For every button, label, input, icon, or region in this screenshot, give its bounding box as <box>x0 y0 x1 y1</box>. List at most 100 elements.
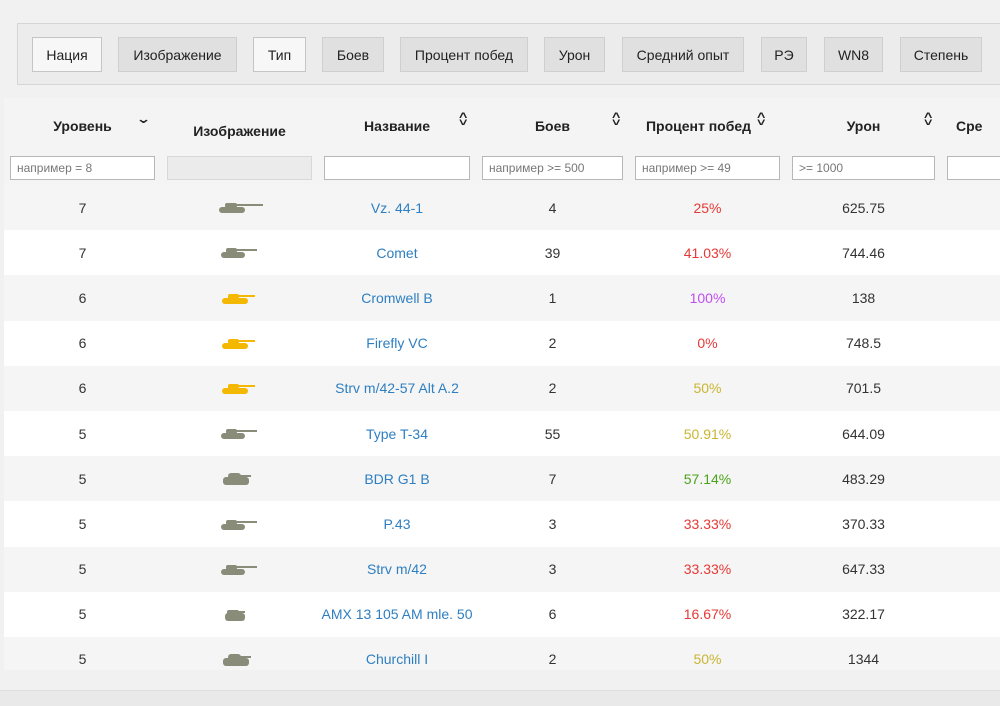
vehicle-name-link[interactable]: Strv m/42-57 Alt A.2 <box>335 380 459 396</box>
vehicle-name-link[interactable]: BDR G1 B <box>364 471 429 487</box>
battles-cell: 39 <box>476 230 629 276</box>
bottom-bar <box>0 690 1000 706</box>
vehicle-name-cell: Firefly VC <box>318 320 476 366</box>
toggle-damage-button[interactable]: Урон <box>544 37 605 72</box>
vehicle-name-link[interactable]: Vz. 44-1 <box>371 200 423 216</box>
toggle-type-button[interactable]: Тип <box>253 37 306 72</box>
vehicle-image-cell <box>161 185 318 231</box>
vehicle-stats-table: Уровень ⌄ Изображение Название ˄ ˅ Боев ˄… <box>4 98 1000 670</box>
header-avgxp-label: Сре <box>956 117 983 134</box>
battles-cell: 6 <box>476 591 629 637</box>
damage-cell: 701.5 <box>786 365 941 411</box>
header-damage-label: Урон <box>846 117 881 134</box>
vehicle-name-link[interactable]: P.43 <box>384 516 411 532</box>
winrate-cell: 33.33% <box>629 501 786 547</box>
level-cell: 5 <box>4 546 161 592</box>
toggle-image-button[interactable]: Изображение <box>118 37 237 72</box>
winrate-filter-input[interactable] <box>635 156 780 180</box>
vehicle-name-link[interactable]: Comet <box>376 245 417 261</box>
column-header-damage[interactable]: Урон ˄ ˅ <box>786 98 941 153</box>
battles-filter-input[interactable] <box>482 156 623 180</box>
avgxp-cell <box>941 591 1000 637</box>
vehicle-name-link[interactable]: Type T-34 <box>366 426 428 442</box>
toggle-rank-button[interactable]: Степень <box>900 37 982 72</box>
avgxp-filter-input[interactable] <box>947 156 1000 180</box>
column-header-level[interactable]: Уровень ⌄ <box>4 98 161 153</box>
tank-icon <box>221 293 255 304</box>
chevron-down-icon: ⌄ <box>135 111 152 126</box>
level-cell: 5 <box>4 591 161 637</box>
column-header-name[interactable]: Название ˄ ˅ <box>318 98 476 153</box>
level-filter-input[interactable] <box>10 156 155 180</box>
tank-icon <box>220 248 257 259</box>
toggle-battles-button[interactable]: Боев <box>322 37 384 72</box>
vehicle-name-cell: Cromwell B <box>318 275 476 321</box>
vehicle-image-cell <box>161 410 318 457</box>
level-cell: 6 <box>4 275 161 321</box>
vehicle-image-cell <box>161 230 318 276</box>
level-cell: 6 <box>4 365 161 411</box>
table-row: 5 Strv m/42 3 33.33% 647.33 <box>4 546 1000 592</box>
winrate-cell: 33.33% <box>629 546 786 592</box>
column-header-avgxp[interactable]: Сре <box>941 98 1000 153</box>
level-cell: 6 <box>4 320 161 366</box>
tank-icon <box>221 338 255 349</box>
table-row: 6 Strv m/42-57 Alt A.2 2 50% 701.5 <box>4 365 1000 411</box>
sort-icon: ˄ ˅ <box>458 110 467 129</box>
vehicle-name-cell: Vz. 44-1 <box>318 185 476 231</box>
vehicle-name-cell: BDR G1 B <box>318 456 476 502</box>
damage-cell: 483.29 <box>786 456 941 502</box>
table-row: 7 Vz. 44-1 4 25% 625.75 <box>4 185 1000 231</box>
toggle-avgxp-button[interactable]: Средний опыт <box>622 37 744 72</box>
toggle-nation-button[interactable]: Нация <box>32 37 102 72</box>
vehicle-name-link[interactable]: Strv m/42 <box>367 561 427 577</box>
header-battles-label: Боев <box>534 117 570 134</box>
column-toggle-panel: Нация Изображение Тип Боев Процент побед… <box>17 23 1000 85</box>
damage-cell: 370.33 <box>786 501 941 547</box>
vehicle-image-cell <box>161 456 318 502</box>
column-header-battles[interactable]: Боев ˄ ˅ <box>476 98 629 153</box>
avgxp-cell <box>941 410 1000 457</box>
vehicle-name-link[interactable]: Churchill I <box>366 651 428 667</box>
toggle-wn8-button[interactable]: WN8 <box>824 37 883 72</box>
avgxp-cell <box>941 320 1000 366</box>
vehicle-name-link[interactable]: AMX 13 105 AM mle. 50 <box>322 606 473 622</box>
winrate-cell: 50% <box>629 636 786 670</box>
table-row: 5 P.43 3 33.33% 370.33 <box>4 501 1000 547</box>
battles-cell: 3 <box>476 501 629 547</box>
tank-icon <box>220 519 257 530</box>
vehicle-image-cell <box>161 365 318 411</box>
vehicle-name-cell: Comet <box>318 230 476 276</box>
table-row: 5 Type T-34 55 50.91% 644.09 <box>4 410 1000 457</box>
damage-cell: 644.09 <box>786 410 941 457</box>
winrate-cell: 25% <box>629 185 786 231</box>
column-header-winrate[interactable]: Процент побед ˄ ˅ <box>629 98 786 153</box>
damage-cell: 1344 <box>786 636 941 670</box>
level-cell: 5 <box>4 636 161 670</box>
vehicle-image-cell <box>161 275 318 321</box>
battles-cell: 2 <box>476 636 629 670</box>
tank-icon <box>220 429 257 440</box>
vehicle-name-link[interactable]: Cromwell B <box>361 290 433 306</box>
tank-icon <box>222 654 251 667</box>
damage-filter-input[interactable] <box>792 156 935 180</box>
damage-cell: 138 <box>786 275 941 321</box>
vehicle-name-cell: Type T-34 <box>318 410 476 457</box>
battles-cell: 7 <box>476 456 629 502</box>
winrate-cell: 57.14% <box>629 456 786 502</box>
toggle-re-button[interactable]: РЭ <box>761 37 807 72</box>
name-filter-input[interactable] <box>324 156 470 180</box>
table-row: 7 Comet 39 41.03% 744.46 <box>4 230 1000 276</box>
vehicle-name-link[interactable]: Firefly VC <box>366 335 427 351</box>
vehicle-image-cell <box>161 501 318 547</box>
toggle-winrate-button[interactable]: Процент побед <box>400 37 528 72</box>
battles-cell: 4 <box>476 185 629 231</box>
level-cell: 5 <box>4 501 161 547</box>
vehicle-name-cell: AMX 13 105 AM mle. 50 <box>318 591 476 637</box>
table-row: 5 Churchill I 2 50% 1344 <box>4 636 1000 670</box>
vehicle-image-cell <box>161 320 318 366</box>
tank-icon <box>218 203 263 214</box>
winrate-cell: 41.03% <box>629 230 786 276</box>
battles-cell: 2 <box>476 320 629 366</box>
sort-icon: ˄ ˅ <box>756 110 765 129</box>
